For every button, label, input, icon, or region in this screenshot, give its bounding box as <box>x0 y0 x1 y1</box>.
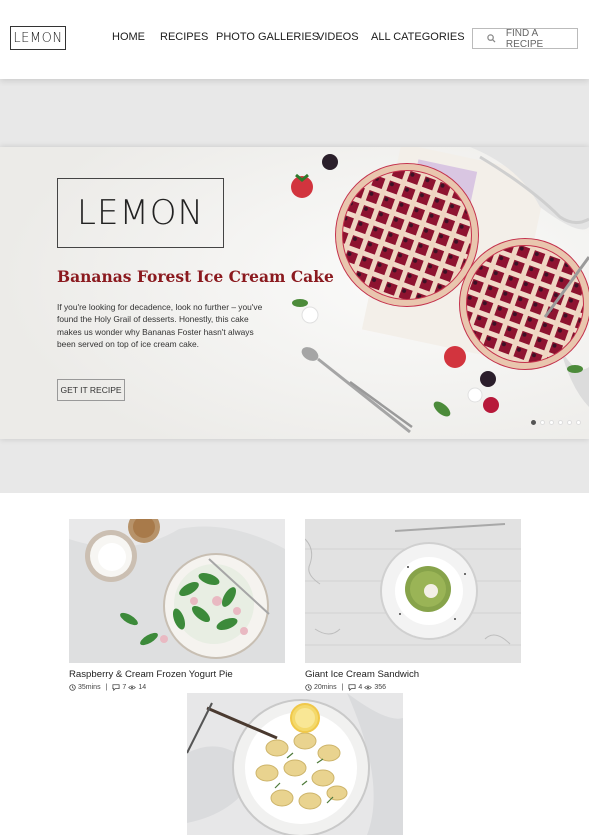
hero-slider: LEMON Bananas Forest Ice Cream Cake If y… <box>0 147 589 439</box>
recipe-title[interactable]: Giant Ice Cream Sandwich <box>305 669 419 680</box>
meta-separator: | <box>105 684 108 691</box>
search-placeholder: FIND A RECIPE <box>505 27 544 50</box>
recipe-image[interactable] <box>305 519 521 663</box>
comment-icon <box>348 684 356 691</box>
recipe-image[interactable] <box>69 519 285 663</box>
comment-icon <box>112 684 120 691</box>
hero-logo: LEMON <box>57 178 224 248</box>
site-header: LEMON HOME RECIPES PHOTO GALLERIES VIDEO… <box>0 0 589 79</box>
eye-icon <box>128 685 137 690</box>
nav-all-categories[interactable]: ALL CATEGORIES <box>371 31 465 43</box>
nav-videos[interactable]: VIDEOS <box>317 31 359 43</box>
meta-separator: | <box>341 684 344 691</box>
eye-icon <box>364 685 373 690</box>
slider-dot[interactable] <box>531 420 536 425</box>
recipe-comments: 7 <box>122 684 127 691</box>
slider-dot[interactable] <box>567 420 572 425</box>
slider-dots <box>531 420 581 425</box>
nav-home[interactable]: HOME <box>112 31 145 43</box>
get-recipe-button[interactable]: GET IT RECIPE <box>57 379 125 401</box>
nav-recipes[interactable]: RECIPES <box>160 31 208 43</box>
hero-title[interactable]: Bananas Forest Ice Cream Cake <box>57 267 334 286</box>
hero-description: If you're looking for decadence, look no… <box>57 302 263 349</box>
recipe-image[interactable] <box>187 693 403 835</box>
clock-icon <box>305 684 312 691</box>
recipe-time: 35mins <box>78 684 101 691</box>
slider-dot[interactable] <box>576 420 581 425</box>
slider-dot[interactable] <box>558 420 563 425</box>
recipe-meta: 35mins | 7 14 <box>69 684 146 691</box>
search-input[interactable]: FIND A RECIPE <box>472 27 578 50</box>
recipe-card[interactable]: Giant Ice Cream Sandwich 20mins | 4 356 <box>305 519 521 699</box>
clock-icon <box>69 684 76 691</box>
recipe-time: 20mins <box>314 684 337 691</box>
recipe-card[interactable]: Raspberry & Cream Frozen Yogurt Pie 35mi… <box>69 519 285 699</box>
slider-dot[interactable] <box>540 420 545 425</box>
recipe-meta: 20mins | 4 356 <box>305 684 386 691</box>
site-logo[interactable]: LEMON <box>10 26 66 50</box>
nav-photo-galleries[interactable]: PHOTO GALLERIES <box>216 31 319 43</box>
recipe-views: 356 <box>374 684 386 691</box>
slider-dot[interactable] <box>549 420 554 425</box>
recipe-comments: 4 <box>358 684 363 691</box>
recipe-views: 14 <box>138 684 147 691</box>
recipe-title[interactable]: Raspberry & Cream Frozen Yogurt Pie <box>69 669 233 680</box>
recipe-card[interactable] <box>187 693 403 835</box>
search-icon <box>487 34 496 43</box>
